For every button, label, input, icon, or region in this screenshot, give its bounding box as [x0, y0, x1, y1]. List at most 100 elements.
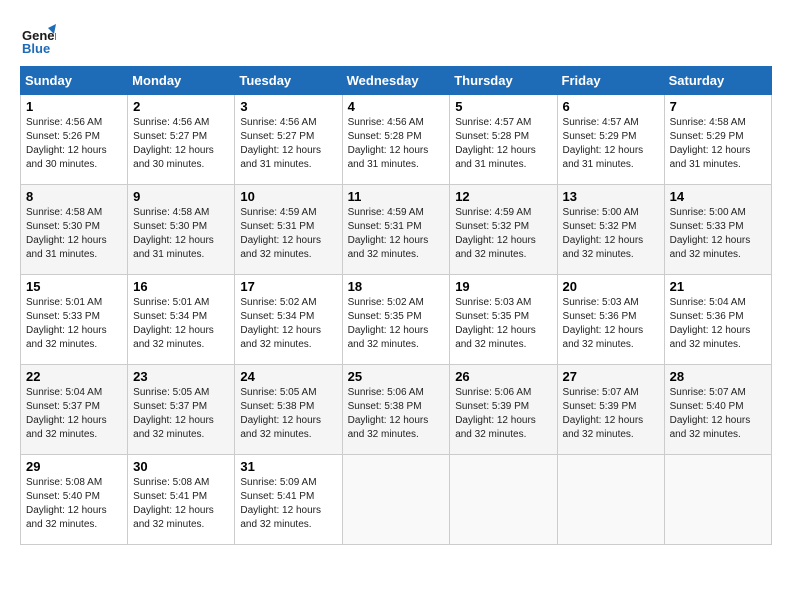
calendar-cell: 17 Sunrise: 5:02 AM Sunset: 5:34 PM Dayl…	[235, 275, 342, 365]
weekday-header: Saturday	[664, 67, 771, 95]
day-info: Sunrise: 5:02 AM Sunset: 5:35 PM Dayligh…	[348, 296, 445, 352]
day-number: 17	[240, 279, 336, 294]
day-number: 20	[563, 279, 659, 294]
calendar-cell	[342, 455, 450, 545]
day-info: Sunrise: 5:05 AM Sunset: 5:37 PM Dayligh…	[133, 386, 229, 442]
day-number: 13	[563, 189, 659, 204]
calendar-week-row: 15 Sunrise: 5:01 AM Sunset: 5:33 PM Dayl…	[21, 275, 772, 365]
day-info: Sunrise: 5:07 AM Sunset: 5:39 PM Dayligh…	[563, 386, 659, 442]
day-number: 16	[133, 279, 229, 294]
calendar-cell: 5 Sunrise: 4:57 AM Sunset: 5:28 PM Dayli…	[450, 95, 557, 185]
weekday-header: Wednesday	[342, 67, 450, 95]
calendar-cell: 4 Sunrise: 4:56 AM Sunset: 5:28 PM Dayli…	[342, 95, 450, 185]
calendar-cell: 26 Sunrise: 5:06 AM Sunset: 5:39 PM Dayl…	[450, 365, 557, 455]
calendar-cell: 28 Sunrise: 5:07 AM Sunset: 5:40 PM Dayl…	[664, 365, 771, 455]
calendar-cell: 24 Sunrise: 5:05 AM Sunset: 5:38 PM Dayl…	[235, 365, 342, 455]
day-number: 12	[455, 189, 551, 204]
day-info: Sunrise: 4:59 AM Sunset: 5:31 PM Dayligh…	[240, 206, 336, 262]
day-info: Sunrise: 4:56 AM Sunset: 5:26 PM Dayligh…	[26, 116, 122, 172]
page-header: General Blue	[20, 20, 772, 56]
day-info: Sunrise: 5:00 AM Sunset: 5:32 PM Dayligh…	[563, 206, 659, 262]
day-number: 25	[348, 369, 445, 384]
calendar-week-row: 22 Sunrise: 5:04 AM Sunset: 5:37 PM Dayl…	[21, 365, 772, 455]
day-number: 8	[26, 189, 122, 204]
calendar-cell	[664, 455, 771, 545]
day-info: Sunrise: 5:08 AM Sunset: 5:41 PM Dayligh…	[133, 476, 229, 532]
day-number: 26	[455, 369, 551, 384]
day-number: 19	[455, 279, 551, 294]
day-info: Sunrise: 5:07 AM Sunset: 5:40 PM Dayligh…	[670, 386, 766, 442]
calendar-cell: 9 Sunrise: 4:58 AM Sunset: 5:30 PM Dayli…	[128, 185, 235, 275]
calendar-cell: 30 Sunrise: 5:08 AM Sunset: 5:41 PM Dayl…	[128, 455, 235, 545]
day-number: 3	[240, 99, 336, 114]
calendar-cell: 27 Sunrise: 5:07 AM Sunset: 5:39 PM Dayl…	[557, 365, 664, 455]
day-number: 1	[26, 99, 122, 114]
day-number: 6	[563, 99, 659, 114]
day-number: 29	[26, 459, 122, 474]
day-info: Sunrise: 4:59 AM Sunset: 5:32 PM Dayligh…	[455, 206, 551, 262]
weekday-header: Sunday	[21, 67, 128, 95]
day-number: 14	[670, 189, 766, 204]
day-info: Sunrise: 5:04 AM Sunset: 5:37 PM Dayligh…	[26, 386, 122, 442]
day-number: 2	[133, 99, 229, 114]
day-info: Sunrise: 5:00 AM Sunset: 5:33 PM Dayligh…	[670, 206, 766, 262]
day-number: 30	[133, 459, 229, 474]
day-info: Sunrise: 5:03 AM Sunset: 5:36 PM Dayligh…	[563, 296, 659, 352]
calendar-cell: 23 Sunrise: 5:05 AM Sunset: 5:37 PM Dayl…	[128, 365, 235, 455]
day-info: Sunrise: 5:01 AM Sunset: 5:34 PM Dayligh…	[133, 296, 229, 352]
calendar-cell: 21 Sunrise: 5:04 AM Sunset: 5:36 PM Dayl…	[664, 275, 771, 365]
day-number: 24	[240, 369, 336, 384]
calendar-cell: 1 Sunrise: 4:56 AM Sunset: 5:26 PM Dayli…	[21, 95, 128, 185]
day-info: Sunrise: 5:06 AM Sunset: 5:39 PM Dayligh…	[455, 386, 551, 442]
calendar-cell: 29 Sunrise: 5:08 AM Sunset: 5:40 PM Dayl…	[21, 455, 128, 545]
day-number: 7	[670, 99, 766, 114]
calendar-cell: 15 Sunrise: 5:01 AM Sunset: 5:33 PM Dayl…	[21, 275, 128, 365]
day-number: 23	[133, 369, 229, 384]
calendar-cell: 2 Sunrise: 4:56 AM Sunset: 5:27 PM Dayli…	[128, 95, 235, 185]
day-info: Sunrise: 4:56 AM Sunset: 5:28 PM Dayligh…	[348, 116, 445, 172]
day-number: 22	[26, 369, 122, 384]
calendar-cell	[557, 455, 664, 545]
day-number: 9	[133, 189, 229, 204]
day-info: Sunrise: 5:08 AM Sunset: 5:40 PM Dayligh…	[26, 476, 122, 532]
day-number: 28	[670, 369, 766, 384]
calendar-cell: 22 Sunrise: 5:04 AM Sunset: 5:37 PM Dayl…	[21, 365, 128, 455]
day-number: 31	[240, 459, 336, 474]
day-number: 10	[240, 189, 336, 204]
day-number: 21	[670, 279, 766, 294]
calendar-cell	[450, 455, 557, 545]
day-info: Sunrise: 5:05 AM Sunset: 5:38 PM Dayligh…	[240, 386, 336, 442]
day-number: 27	[563, 369, 659, 384]
calendar-cell: 7 Sunrise: 4:58 AM Sunset: 5:29 PM Dayli…	[664, 95, 771, 185]
calendar-cell: 18 Sunrise: 5:02 AM Sunset: 5:35 PM Dayl…	[342, 275, 450, 365]
day-info: Sunrise: 5:06 AM Sunset: 5:38 PM Dayligh…	[348, 386, 445, 442]
day-info: Sunrise: 5:02 AM Sunset: 5:34 PM Dayligh…	[240, 296, 336, 352]
calendar-cell: 11 Sunrise: 4:59 AM Sunset: 5:31 PM Dayl…	[342, 185, 450, 275]
calendar-header-row: SundayMondayTuesdayWednesdayThursdayFrid…	[21, 67, 772, 95]
day-number: 11	[348, 189, 445, 204]
day-info: Sunrise: 5:03 AM Sunset: 5:35 PM Dayligh…	[455, 296, 551, 352]
day-info: Sunrise: 4:56 AM Sunset: 5:27 PM Dayligh…	[133, 116, 229, 172]
weekday-header: Thursday	[450, 67, 557, 95]
day-number: 4	[348, 99, 445, 114]
day-info: Sunrise: 4:57 AM Sunset: 5:28 PM Dayligh…	[455, 116, 551, 172]
day-info: Sunrise: 4:56 AM Sunset: 5:27 PM Dayligh…	[240, 116, 336, 172]
calendar-cell: 25 Sunrise: 5:06 AM Sunset: 5:38 PM Dayl…	[342, 365, 450, 455]
calendar-cell: 19 Sunrise: 5:03 AM Sunset: 5:35 PM Dayl…	[450, 275, 557, 365]
day-info: Sunrise: 5:09 AM Sunset: 5:41 PM Dayligh…	[240, 476, 336, 532]
calendar-cell: 6 Sunrise: 4:57 AM Sunset: 5:29 PM Dayli…	[557, 95, 664, 185]
calendar-body: 1 Sunrise: 4:56 AM Sunset: 5:26 PM Dayli…	[21, 95, 772, 545]
svg-text:Blue: Blue	[22, 41, 50, 56]
day-number: 18	[348, 279, 445, 294]
day-info: Sunrise: 5:01 AM Sunset: 5:33 PM Dayligh…	[26, 296, 122, 352]
day-info: Sunrise: 4:58 AM Sunset: 5:30 PM Dayligh…	[26, 206, 122, 262]
calendar-cell: 8 Sunrise: 4:58 AM Sunset: 5:30 PM Dayli…	[21, 185, 128, 275]
calendar-table: SundayMondayTuesdayWednesdayThursdayFrid…	[20, 66, 772, 545]
calendar-cell: 31 Sunrise: 5:09 AM Sunset: 5:41 PM Dayl…	[235, 455, 342, 545]
weekday-header: Monday	[128, 67, 235, 95]
day-info: Sunrise: 4:58 AM Sunset: 5:30 PM Dayligh…	[133, 206, 229, 262]
calendar-cell: 14 Sunrise: 5:00 AM Sunset: 5:33 PM Dayl…	[664, 185, 771, 275]
calendar-week-row: 1 Sunrise: 4:56 AM Sunset: 5:26 PM Dayli…	[21, 95, 772, 185]
day-info: Sunrise: 5:04 AM Sunset: 5:36 PM Dayligh…	[670, 296, 766, 352]
weekday-header: Friday	[557, 67, 664, 95]
